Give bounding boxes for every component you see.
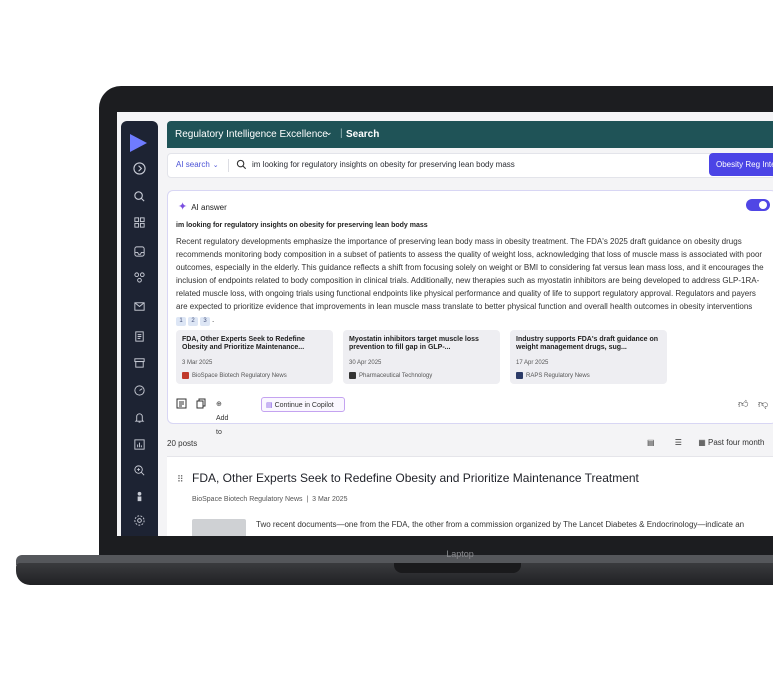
add-to-button[interactable]: ⊕ Add to bbox=[216, 398, 228, 436]
archive-icon[interactable] bbox=[132, 356, 146, 370]
thumbs-down-icon[interactable]: 👎︎ bbox=[758, 398, 768, 410]
notes-icon[interactable] bbox=[176, 398, 187, 412]
chevron-down-icon: ⌄ bbox=[212, 162, 219, 169]
result-meta: BioSpace Biotech Regulatory News | 3 Mar… bbox=[192, 496, 348, 503]
plus-circle-icon: ⊕ bbox=[216, 401, 222, 408]
results-toolbar: ▤ ☰ ▦ Past four month bbox=[647, 438, 764, 447]
divider bbox=[228, 159, 229, 172]
bell-icon[interactable] bbox=[132, 411, 146, 425]
saved-search-button[interactable]: Obesity Reg Inte bbox=[709, 153, 773, 176]
search-icon[interactable] bbox=[132, 190, 146, 204]
source-publisher: RAPS Regulatory News bbox=[516, 372, 590, 379]
result-card[interactable]: ⠿ FDA, Other Experts Seek to Redefine Ob… bbox=[167, 456, 773, 536]
breadcrumb-separator: | bbox=[340, 128, 343, 139]
source-publisher: Pharmaceutical Technology bbox=[349, 372, 432, 379]
result-title[interactable]: FDA, Other Experts Seek to Redefine Obes… bbox=[192, 471, 639, 485]
publisher-logo-icon bbox=[182, 372, 189, 379]
ai-question: im looking for regulatory insights on ob… bbox=[176, 222, 428, 229]
inbox-icon[interactable] bbox=[132, 245, 146, 259]
citation-1[interactable]: 1 bbox=[176, 317, 186, 326]
source-date: 17 Apr 2025 bbox=[516, 360, 549, 366]
breadcrumb: Search bbox=[346, 129, 380, 140]
header-bar: Regulatory Intelligence Excellence ⌄ | S… bbox=[167, 121, 773, 148]
ai-answer-toggle[interactable] bbox=[746, 199, 770, 211]
sparkle-icon: ✦ bbox=[178, 201, 188, 213]
gear-icon[interactable] bbox=[132, 514, 146, 528]
thumbs-up-icon[interactable]: 👍︎ bbox=[738, 398, 748, 410]
user-icon[interactable] bbox=[132, 490, 146, 504]
continue-in-copilot-button[interactable]: ▤ Continue in Copilot bbox=[261, 397, 345, 412]
drag-handle-icon[interactable]: ⠿ bbox=[177, 474, 184, 485]
laptop-notch bbox=[394, 563, 521, 573]
app-logo-icon[interactable] bbox=[130, 134, 147, 152]
table-view-icon[interactable]: ▤ bbox=[647, 438, 655, 447]
search-icon bbox=[236, 159, 247, 170]
ai-answer-text: Recent regulatory developments emphasize… bbox=[176, 237, 764, 326]
result-snippet: Two recent documents—one from the FDA, t… bbox=[256, 520, 745, 529]
expand-icon[interactable] bbox=[132, 162, 146, 176]
search-mode-select[interactable]: AI search ⌄ bbox=[176, 160, 219, 169]
citation-3[interactable]: 3 bbox=[200, 317, 210, 326]
dashboard-icon[interactable] bbox=[132, 216, 146, 230]
ai-answer-card: ✦ AI answer im looking for regulatory ins… bbox=[167, 190, 773, 436]
source-card[interactable]: FDA, Other Experts Seek to Redefine Obes… bbox=[176, 330, 333, 384]
result-thumbnail bbox=[192, 519, 246, 536]
source-card[interactable]: Industry supports FDA's draft guidance o… bbox=[510, 330, 667, 384]
mail-icon[interactable] bbox=[132, 300, 146, 314]
citation-2[interactable]: 2 bbox=[188, 317, 198, 326]
chart-icon[interactable] bbox=[132, 438, 146, 452]
date-filter[interactable]: ▦ Past four month bbox=[698, 438, 764, 447]
source-date: 3 Mar 2025 bbox=[182, 360, 213, 366]
copy-icon[interactable] bbox=[196, 398, 207, 412]
source-card[interactable]: Myostatin inhibitors target muscle loss … bbox=[343, 330, 500, 384]
results-count: 20 posts bbox=[167, 439, 198, 448]
ai-answer-header: ✦ AI answer bbox=[178, 201, 227, 213]
app-screen: Regulatory Intelligence Excellence ⌄ | S… bbox=[117, 112, 773, 536]
laptop-brand: Laptop bbox=[446, 549, 474, 559]
source-title: Industry supports FDA's draft guidance o… bbox=[516, 336, 659, 351]
chevron-down-icon[interactable]: ⌄ bbox=[325, 127, 333, 138]
source-title: FDA, Other Experts Seek to Redefine Obes… bbox=[182, 336, 305, 351]
sidebar bbox=[121, 121, 158, 536]
workspace-title[interactable]: Regulatory Intelligence Excellence bbox=[175, 129, 328, 140]
source-publisher: BioSpace Biotech Regulatory News bbox=[182, 372, 287, 379]
sort-icon[interactable]: ☰ bbox=[675, 438, 682, 447]
zoom-icon[interactable] bbox=[132, 464, 146, 478]
copilot-icon: ▤ bbox=[266, 402, 273, 409]
document-icon[interactable] bbox=[132, 330, 146, 344]
calendar-icon: ▦ bbox=[698, 438, 706, 447]
network-icon[interactable] bbox=[132, 271, 146, 285]
search-input[interactable]: im looking for regulatory insights on ob… bbox=[252, 160, 515, 169]
source-title: Myostatin inhibitors target muscle loss … bbox=[349, 336, 479, 351]
toggle-knob bbox=[759, 201, 767, 209]
publisher-logo-icon bbox=[349, 372, 356, 379]
gauge-icon[interactable] bbox=[132, 384, 146, 398]
search-bar: AI search ⌄ im looking for regulatory ins… bbox=[167, 153, 773, 178]
publisher-logo-icon bbox=[516, 372, 523, 379]
source-date: 30 Apr 2025 bbox=[349, 360, 382, 366]
